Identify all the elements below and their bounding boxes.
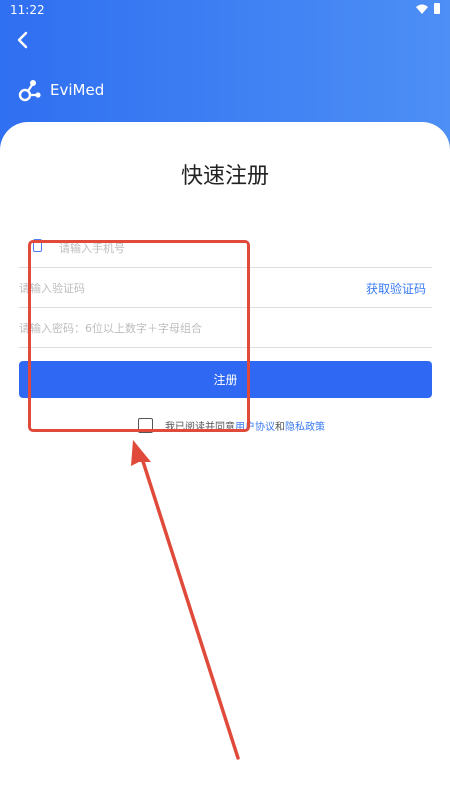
phone-icon xyxy=(33,239,42,252)
password-input[interactable] xyxy=(19,316,339,340)
brand-name: EviMed xyxy=(50,81,105,99)
brand: EviMed xyxy=(18,78,104,102)
page-title: 快速注册 xyxy=(180,164,269,189)
password-field xyxy=(19,308,432,348)
get-code-button[interactable]: 获取验证码 xyxy=(366,280,426,297)
status-icons xyxy=(416,3,440,14)
wifi-icon xyxy=(416,4,428,14)
phone-field xyxy=(19,228,432,268)
verification-code-input[interactable] xyxy=(19,276,339,300)
phone-input[interactable] xyxy=(59,236,379,260)
privacy-policy-link[interactable]: 隐私政策 xyxy=(285,422,325,433)
status-bar: 11:22 xyxy=(0,0,450,22)
back-button[interactable] xyxy=(8,26,36,54)
agreement-text: 我已阅读并同意用户协议和隐私政策 xyxy=(165,418,325,433)
agreement-conjunction: 和 xyxy=(275,422,285,433)
register-button[interactable]: 注册 xyxy=(19,361,432,398)
agreement-row: 我已阅读并同意用户协议和隐私政策 xyxy=(138,418,325,433)
battery-icon xyxy=(434,3,440,14)
back-arrow-icon xyxy=(17,31,28,49)
checkbox-icon[interactable] xyxy=(138,418,153,433)
evimed-logo-icon xyxy=(18,80,41,102)
verification-code-field: 获取验证码 xyxy=(19,268,432,308)
form-card xyxy=(0,122,450,800)
agreement-prefix: 我已阅读并同意 xyxy=(165,422,235,433)
user-agreement-link[interactable]: 用户协议 xyxy=(235,422,275,433)
status-time: 11:22 xyxy=(10,3,45,17)
